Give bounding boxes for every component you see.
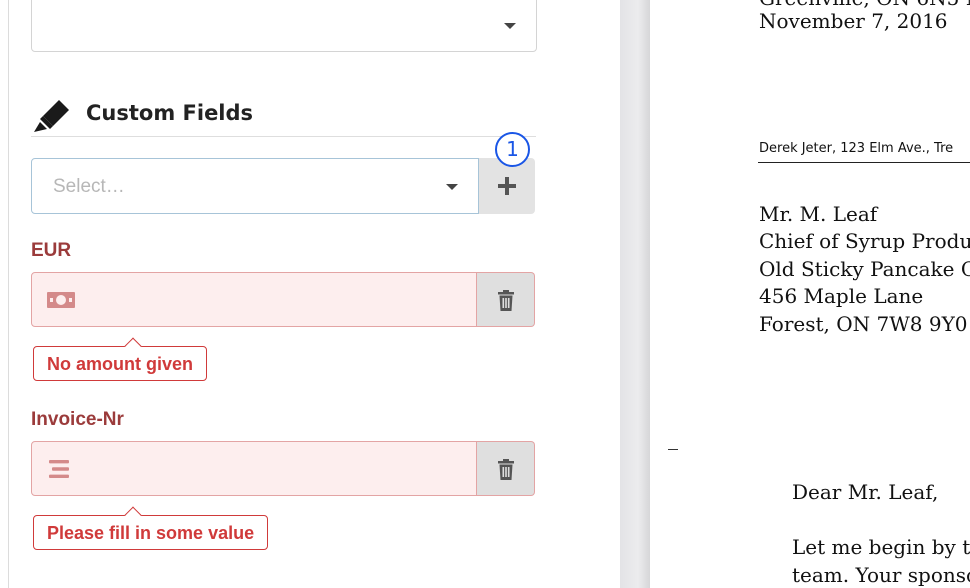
recipient-line: 456 Maple Lane (759, 284, 924, 308)
field-eur (31, 272, 536, 327)
error-message: Please fill in some value (47, 523, 255, 543)
field-invoice-nr (31, 441, 536, 496)
panel-gutter (557, 0, 620, 588)
chevron-down-icon (504, 23, 516, 29)
letter-salutation: Dear Mr. Leaf, (792, 480, 939, 504)
chevron-down-icon (446, 184, 458, 190)
step-badge: 1 (495, 132, 530, 167)
sender-rule (758, 162, 970, 163)
error-tooltip-eur: No amount given (33, 337, 208, 381)
tooltip-arrow (124, 506, 142, 524)
letter-date: November 7, 2016 (759, 9, 948, 33)
error-message: No amount given (47, 354, 194, 374)
custom-field-select[interactable]: Select… (31, 158, 479, 214)
text-lines-icon (49, 460, 69, 478)
recipient-line: Mr. M. Leaf (759, 202, 878, 226)
page-shadow (620, 0, 650, 588)
letter-body-line: team. Your sponso (792, 563, 970, 587)
marker-icon (34, 100, 69, 132)
letter-body-line: Let me begin by th (792, 535, 970, 559)
add-custom-field-row: Select… 1 (31, 132, 535, 214)
form-panel: Custom Fields Select… 1 EUR No amount gi… (8, 0, 558, 588)
custom-field-select-placeholder: Select… (53, 176, 125, 197)
recipient-line: Chief of Syrup Produc (759, 229, 970, 253)
trash-icon (498, 459, 514, 480)
custom-fields-header: Custom Fields (31, 96, 536, 137)
fold-mark (668, 449, 678, 450)
recipient-line: Old Sticky Pancake C (759, 257, 970, 281)
field-label-invoice-nr: Invoice-Nr (31, 409, 124, 430)
error-tooltip-invoice-nr: Please fill in some value (33, 506, 269, 550)
tooltip-arrow (124, 337, 142, 355)
field-label-eur: EUR (31, 240, 72, 261)
delete-invoice-nr-field-button[interactable] (477, 441, 535, 496)
plus-icon-stroke (505, 177, 509, 195)
sender-line: Derek Jeter, 123 Elm Ave., Tre (759, 141, 954, 156)
trash-icon (498, 290, 514, 311)
recipient-line: Forest, ON 7W8 9Y0 (759, 312, 968, 336)
document-type-select[interactable] (31, 0, 537, 52)
invoice-nr-input[interactable] (31, 441, 477, 496)
delete-eur-field-button[interactable] (477, 272, 535, 327)
letter-page: Greenville, ON 6N5 M1 November 7, 2016 D… (650, 0, 970, 588)
section-title: Custom Fields (86, 101, 254, 125)
eur-amount-input[interactable] (31, 272, 477, 327)
money-icon (47, 292, 75, 308)
document-preview[interactable]: Greenville, ON 6N5 M1 November 7, 2016 D… (620, 0, 970, 588)
